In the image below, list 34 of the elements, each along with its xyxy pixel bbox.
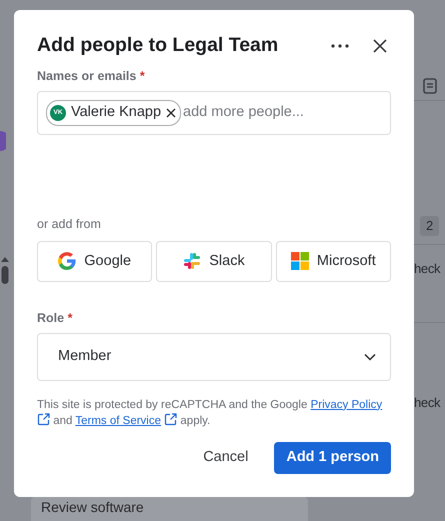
remove-chip-button[interactable] — [166, 108, 176, 118]
provider-button[interactable]: Microsoft — [276, 240, 391, 282]
dialog-title: Add people to Legal Team — [37, 34, 278, 58]
cancel-button[interactable]: Cancel — [193, 441, 258, 475]
list-icon — [423, 78, 437, 94]
role-select[interactable]: Member — [37, 332, 391, 381]
chevron-down-icon — [364, 352, 376, 361]
add-button[interactable]: Add 1 person — [274, 442, 391, 474]
chip-name: Valerie Knapp — [71, 103, 162, 122]
required-mark: * — [68, 310, 72, 325]
task-card[interactable]: Review software — [31, 497, 308, 521]
section-label: or add from — [37, 216, 102, 234]
external-link-icon — [37, 412, 50, 426]
google-logo-icon — [58, 252, 76, 270]
count-badge: 2 — [420, 216, 440, 236]
row-text: heck — [414, 394, 442, 412]
slack-logo-icon — [183, 252, 202, 270]
more-icon — [331, 44, 349, 48]
external-link-icon — [164, 412, 178, 426]
required-mark: * — [140, 69, 145, 84]
field-label: Names or emails * — [37, 68, 146, 86]
notice-link[interactable]: Terms of Service — [75, 414, 162, 427]
close-icon — [166, 108, 176, 118]
row-text: heck — [414, 260, 442, 278]
avatar-icon — [0, 131, 6, 151]
task-title: Review software — [41, 499, 145, 516]
field-label: Role * — [37, 310, 74, 327]
provider-button[interactable]: Slack — [156, 240, 272, 282]
provider-button[interactable]: Google — [37, 240, 152, 282]
close-icon — [373, 38, 387, 53]
notice-link[interactable]: Privacy Policy — [310, 398, 382, 411]
microsoft-logo-icon — [290, 252, 309, 270]
recaptcha-notice: This site is protected by reCAPTCHA and the Google Privacy Policy and Terms of Service apply. — [37, 398, 384, 429]
scrollbar-icon — [0, 255, 10, 285]
